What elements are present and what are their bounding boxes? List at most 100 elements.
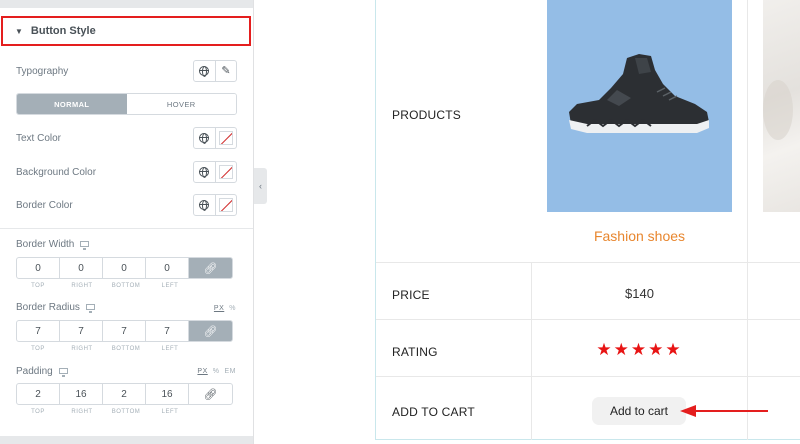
text-color-label: Text Color xyxy=(16,133,62,144)
side-label-left: LEFT xyxy=(161,346,179,352)
side-label-right: RIGHT xyxy=(71,409,93,415)
border-color-picker[interactable] xyxy=(214,195,236,215)
empty-color-swatch-icon xyxy=(218,165,233,179)
desktop-responsive-icon[interactable] xyxy=(80,241,90,251)
border-color-globals-button[interactable] xyxy=(194,195,215,215)
border-width-right-input[interactable]: 0 xyxy=(59,257,103,279)
padding-bottom-input[interactable]: 2 xyxy=(102,383,146,405)
border-width-side-labels: TOP RIGHT BOTTOM LEFT xyxy=(16,283,193,289)
border-radius-label: Border Radius xyxy=(16,302,95,314)
side-label-right: RIGHT xyxy=(71,283,93,289)
side-label-bottom: BOTTOM xyxy=(111,283,141,289)
globe-icon xyxy=(199,167,210,178)
border-color-controls xyxy=(193,194,237,216)
annotation-arrow-icon xyxy=(680,405,768,417)
border-radius-side-labels: TOP RIGHT BOTTOM LEFT xyxy=(16,346,193,352)
product-image[interactable] xyxy=(547,0,732,212)
border-radius-bottom-input[interactable]: 7 xyxy=(102,320,146,342)
product-price: $140 xyxy=(625,286,654,301)
globe-icon xyxy=(199,200,210,211)
section-divider xyxy=(0,228,253,229)
unit-px[interactable]: PX xyxy=(214,305,224,312)
link-icon: 🔗︎ xyxy=(203,388,218,401)
second-product-image[interactable] xyxy=(763,0,800,212)
padding-side-labels: TOP RIGHT BOTTOM LEFT xyxy=(16,409,193,415)
table-column-divider xyxy=(747,0,748,440)
panel-border xyxy=(253,0,254,444)
text-color-controls xyxy=(193,127,237,149)
link-icon: 🔗︎ xyxy=(203,262,218,275)
caret-down-icon: ▼ xyxy=(15,26,23,36)
border-width-text: Border Width xyxy=(16,239,75,250)
padding-units: PX% EM xyxy=(192,368,236,375)
collapse-panel-handle[interactable]: ‹ xyxy=(254,168,267,204)
padding-top-input[interactable]: 2 xyxy=(16,383,60,405)
padding-left-input[interactable]: 16 xyxy=(145,383,189,405)
background-color-globals-button[interactable] xyxy=(194,162,215,182)
typography-edit-button[interactable]: ✎ xyxy=(214,61,236,81)
chevron-left-icon: ‹ xyxy=(259,181,262,191)
border-radius-right-input[interactable]: 7 xyxy=(59,320,103,342)
link-values-button[interactable]: 🔗︎ xyxy=(188,257,233,279)
typography-globals-button[interactable] xyxy=(194,61,215,81)
side-label-left: LEFT xyxy=(161,409,179,415)
product-name-link[interactable]: Fashion shoes xyxy=(547,228,732,244)
padding-label: Padding xyxy=(16,366,68,378)
unit-em[interactable]: EM xyxy=(225,368,237,375)
pencil-icon: ✎ xyxy=(221,64,231,77)
desktop-responsive-icon[interactable] xyxy=(85,304,95,314)
background-color-controls xyxy=(193,161,237,183)
section-title: Button Style xyxy=(30,25,96,37)
border-width-bottom-input[interactable]: 0 xyxy=(102,257,146,279)
border-radius-left-input[interactable]: 7 xyxy=(145,320,189,342)
border-width-top-input[interactable]: 0 xyxy=(16,257,60,279)
tab-normal[interactable]: NORMAL xyxy=(17,94,127,114)
unit-percent[interactable]: % xyxy=(213,368,220,375)
panel-bottom-strip xyxy=(0,436,254,444)
border-color-label: Border Color xyxy=(16,200,73,211)
link-values-button[interactable]: 🔗︎ xyxy=(188,383,233,405)
text-color-globals-button[interactable] xyxy=(194,128,215,148)
row-label-price: PRICE xyxy=(392,288,430,302)
row-label-products: PRODUCTS xyxy=(392,108,461,122)
text-color-picker[interactable] xyxy=(214,128,236,148)
unit-percent[interactable]: % xyxy=(229,305,236,312)
row-label-rating: RATING xyxy=(392,345,438,359)
panel-top-strip xyxy=(0,0,254,8)
typography-controls: ✎ xyxy=(193,60,237,82)
padding-inputs: 2 16 2 16 🔗︎ xyxy=(16,383,237,405)
table-row-divider xyxy=(376,376,800,377)
link-values-button[interactable]: 🔗︎ xyxy=(188,320,233,342)
unit-px[interactable]: PX xyxy=(197,368,207,375)
globe-icon xyxy=(199,66,210,77)
row-label-add-to-cart: ADD TO CART xyxy=(392,405,475,419)
side-label-bottom: BOTTOM xyxy=(111,346,141,352)
side-label-bottom: BOTTOM xyxy=(111,409,141,415)
table-row-divider xyxy=(376,319,800,320)
empty-color-swatch-icon xyxy=(218,198,233,212)
side-label-top: TOP xyxy=(31,283,45,289)
border-radius-inputs: 7 7 7 7 🔗︎ xyxy=(16,320,237,342)
empty-color-swatch-icon xyxy=(218,131,233,145)
star-rating: ★★★★★ xyxy=(596,340,683,359)
side-label-top: TOP xyxy=(31,409,45,415)
state-tabs: NORMAL HOVER xyxy=(16,93,237,115)
side-label-left: LEFT xyxy=(161,283,179,289)
border-width-left-input[interactable]: 0 xyxy=(145,257,189,279)
border-width-label: Border Width xyxy=(16,239,90,251)
padding-text: Padding xyxy=(16,366,53,377)
border-radius-top-input[interactable]: 7 xyxy=(16,320,60,342)
background-color-picker[interactable] xyxy=(214,162,236,182)
button-style-section-header[interactable]: ▼ Button Style xyxy=(1,16,251,46)
typography-label: Typography xyxy=(16,66,69,77)
desktop-responsive-icon[interactable] xyxy=(58,368,68,378)
border-radius-text: Border Radius xyxy=(16,302,80,313)
border-width-inputs: 0 0 0 0 🔗︎ xyxy=(16,257,237,279)
padding-right-input[interactable]: 16 xyxy=(59,383,103,405)
editor-panel: ▼ Button Style Typography ✎ NORMAL HOVER… xyxy=(0,0,254,444)
tab-hover[interactable]: HOVER xyxy=(126,94,236,114)
table-column-divider xyxy=(531,262,532,440)
add-to-cart-button[interactable]: Add to cart xyxy=(592,397,686,425)
globe-icon xyxy=(199,133,210,144)
link-icon: 🔗︎ xyxy=(203,325,218,338)
